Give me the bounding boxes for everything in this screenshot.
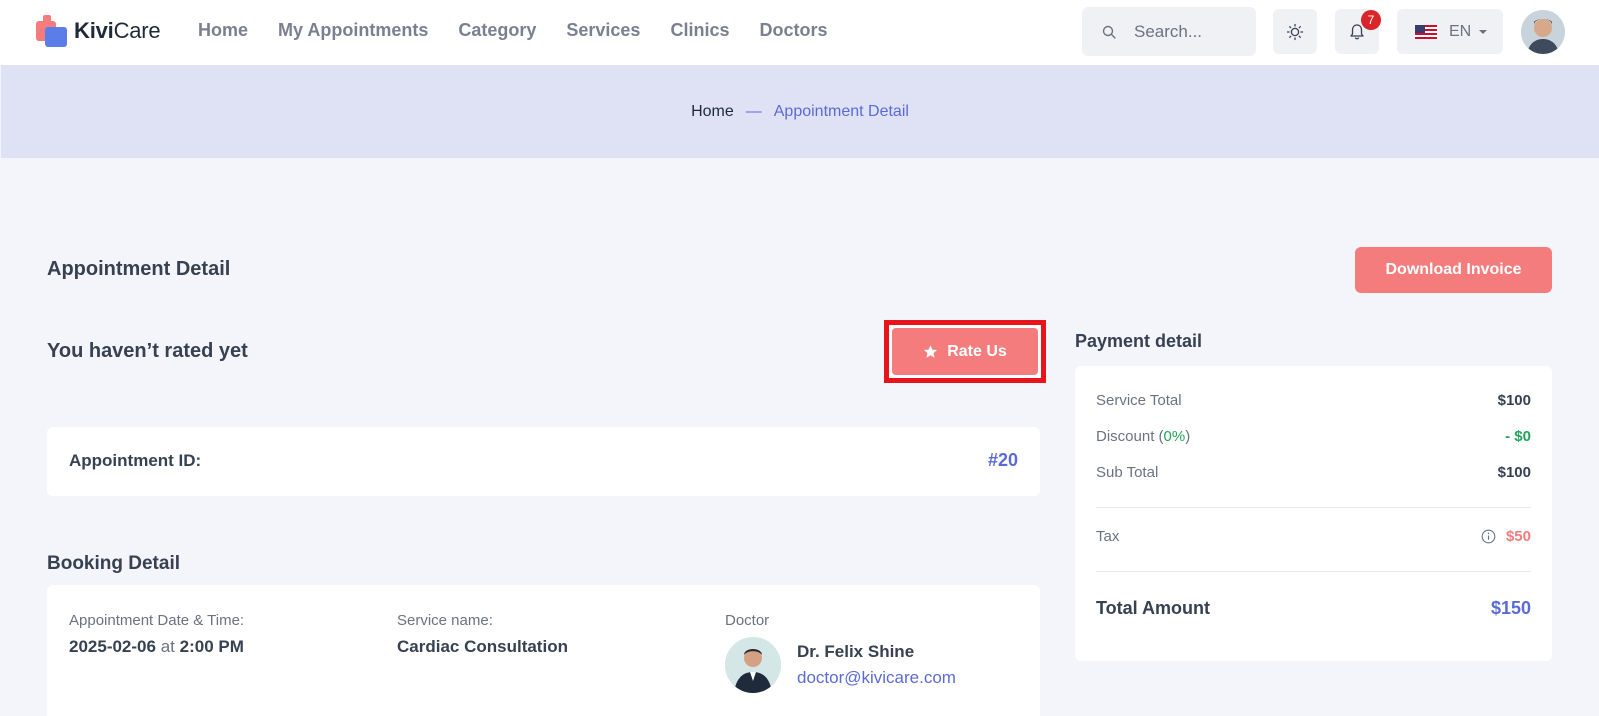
total-amount-value: $150 (1490, 598, 1531, 618)
language-label: EN (1449, 22, 1472, 40)
notification-badge: 7 (1361, 10, 1381, 30)
subtotal-value: $100 (1497, 464, 1531, 481)
rate-us-button[interactable]: Rate Us (892, 328, 1038, 375)
doctor-info: Doctor Dr. Felix Shine doctor@kivicare.c… (725, 612, 956, 693)
appointment-datetime: Appointment Date & Time: 2025-02-06 at 2… (69, 612, 244, 657)
info-icon[interactable] (1481, 529, 1496, 544)
search-icon (1102, 25, 1116, 39)
logo-icon (36, 15, 68, 47)
doctor-name: Dr. Felix Shine (797, 642, 915, 661)
avatar-image (1521, 10, 1565, 54)
doctor-photo (725, 637, 781, 693)
nav-category[interactable]: Category (458, 20, 536, 41)
tax-row: Tax $50 (1096, 528, 1531, 545)
us-flag-icon (1415, 24, 1437, 39)
service-value: Cardiac Consultation (397, 637, 568, 656)
star-icon (924, 345, 938, 358)
payment-detail-card: Service Total $100 Discount (0%) - $0 Su… (1075, 366, 1552, 661)
divider (1096, 571, 1531, 572)
subtotal-row: Sub Total $100 (1096, 464, 1531, 481)
download-invoice-button[interactable]: Download Invoice (1355, 247, 1552, 293)
sun-icon (1286, 23, 1304, 40)
nav-doctors[interactable]: Doctors (759, 20, 827, 41)
nav-home[interactable]: Home (198, 20, 248, 41)
user-avatar[interactable] (1521, 10, 1565, 54)
appointment-id-label: Appointment ID: (69, 451, 202, 470)
nav-my-appointments[interactable]: My Appointments (278, 20, 428, 41)
booking-detail-card: Appointment Date & Time: 2025-02-06 at 2… (47, 585, 1040, 716)
datetime-label: Appointment Date & Time: (69, 612, 245, 629)
page-title: Appointment Detail (47, 258, 231, 280)
doctor-label: Doctor (725, 612, 770, 629)
service-total-value: $100 (1497, 392, 1531, 409)
service-total-label: Service Total (1096, 392, 1182, 409)
total-row: Total Amount $150 (1096, 598, 1531, 619)
service-info: Service name: Cardiac Consultation (397, 612, 568, 657)
search-box (1082, 7, 1256, 56)
payment-detail-title: Payment detail (1075, 331, 1203, 351)
breadcrumb: Home — Appointment Detail (1, 65, 1599, 158)
rate-us-label: Rate Us (947, 342, 1007, 360)
breadcrumb-home[interactable]: Home (691, 103, 734, 121)
discount-row: Discount (0%) - $0 (1096, 428, 1531, 445)
nav-clinics[interactable]: Clinics (670, 20, 729, 41)
divider (1096, 507, 1531, 508)
top-header: KiviCare Home My Appointments Category S… (0, 0, 1599, 65)
rating-status-text: You haven’t rated yet (47, 340, 248, 362)
total-amount-label: Total Amount (1096, 598, 1210, 618)
nav-services[interactable]: Services (566, 20, 640, 41)
service-total-row: Service Total $100 (1096, 392, 1531, 409)
theme-toggle-button[interactable] (1273, 9, 1317, 54)
breadcrumb-current: Appointment Detail (773, 102, 909, 120)
discount-label: Discount (0%) (1096, 428, 1191, 445)
doctor-email-link[interactable]: doctor@kivicare.com (797, 668, 956, 688)
notifications-button[interactable]: 7 (1335, 9, 1381, 54)
discount-value: - $0 (1505, 428, 1531, 445)
booking-detail-title: Booking Detail (47, 553, 181, 574)
language-selector[interactable]: EN (1397, 9, 1503, 54)
chevron-down-icon (1479, 29, 1488, 34)
datetime-value: 2025-02-06 at 2:00 PM (69, 637, 244, 656)
tax-label: Tax (1096, 528, 1120, 545)
subtotal-label: Sub Total (1096, 464, 1159, 481)
kivicare-logo[interactable]: KiviCare (36, 14, 161, 48)
main-nav: Home My Appointments Category Services C… (198, 20, 858, 41)
breadcrumb-separator: — (745, 102, 762, 120)
service-label: Service name: (397, 612, 493, 629)
appointment-id-card: Appointment ID: #20 (47, 427, 1040, 496)
appointment-id-value: #20 (987, 450, 1018, 470)
tax-value: $50 (1505, 528, 1531, 545)
search-input[interactable] (1134, 21, 1254, 42)
logo-text: KiviCare (74, 18, 161, 43)
